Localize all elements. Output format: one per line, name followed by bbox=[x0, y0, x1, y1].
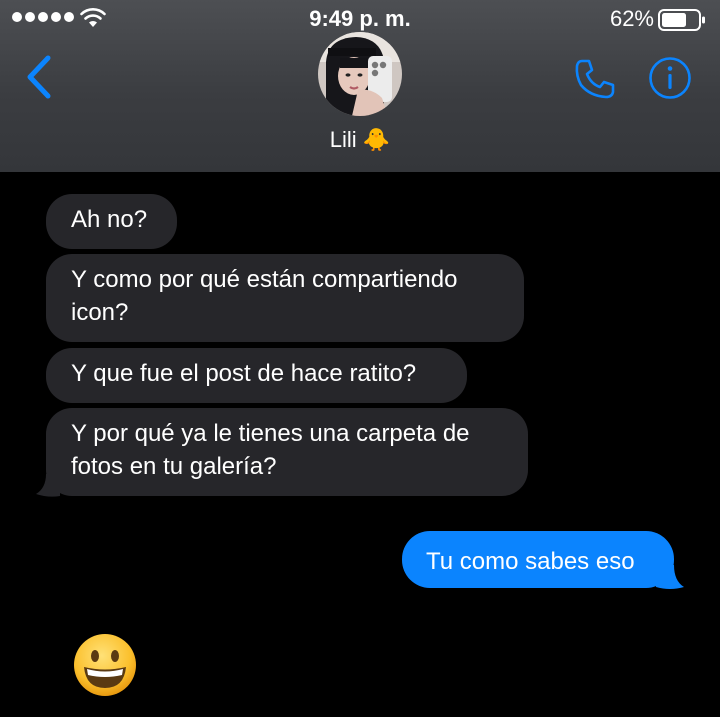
battery-icon bbox=[658, 9, 705, 31]
message-text: Tu como sabes eso bbox=[426, 548, 635, 575]
message-text: Y como por qué están compartiendo bbox=[71, 266, 458, 293]
incoming-message[interactable]: Y por qué ya le tienes una carpeta de fo… bbox=[46, 408, 528, 496]
outgoing-message[interactable]: Tu como sabes eso bbox=[402, 531, 674, 588]
grinning-emoji-icon[interactable] bbox=[72, 632, 138, 698]
info-icon[interactable] bbox=[648, 56, 692, 100]
conversation-header: 9:49 p. m. 62% Lili 🐥 bbox=[0, 0, 720, 172]
contact-name[interactable]: Lili 🐥 bbox=[0, 127, 720, 153]
messages-screen: 9:49 p. m. 62% Lili 🐥 Ah no? Y como por … bbox=[0, 0, 720, 717]
contact-avatar[interactable] bbox=[318, 32, 402, 116]
battery-percentage: 62% bbox=[609, 6, 654, 31]
message-text: Y que fue el post de hace ratito? bbox=[71, 360, 417, 387]
outgoing-bubble-tail bbox=[656, 565, 684, 589]
phone-icon[interactable] bbox=[572, 56, 618, 102]
message-text: Y por qué ya le tienes una carpeta de bbox=[71, 420, 470, 447]
back-icon[interactable] bbox=[22, 54, 56, 100]
incoming-bubble-tail bbox=[36, 474, 60, 497]
message-text: Ah no? bbox=[71, 206, 148, 233]
incoming-message[interactable]: Ah no? bbox=[46, 194, 177, 249]
message-text: icon? bbox=[71, 299, 129, 326]
incoming-message[interactable]: Y como por qué están compartiendo icon? bbox=[46, 254, 524, 342]
incoming-message[interactable]: Y que fue el post de hace ratito? bbox=[46, 348, 467, 403]
message-text: fotos en tu galería? bbox=[71, 453, 277, 480]
